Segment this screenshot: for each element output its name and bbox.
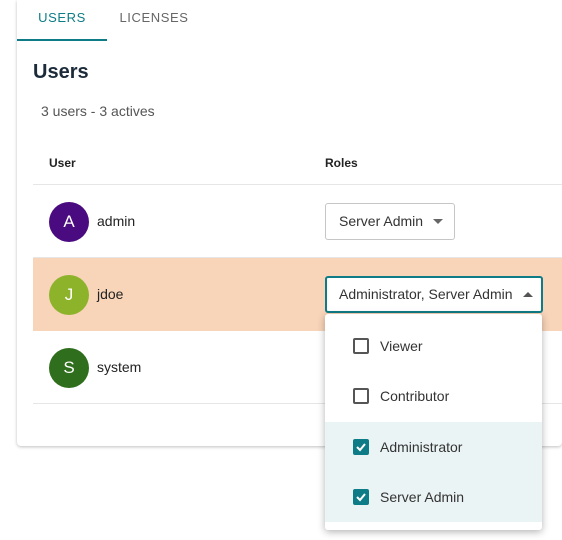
user-name: system: [97, 359, 142, 375]
caret-up-icon: [523, 292, 533, 297]
avatar: S: [49, 348, 89, 388]
check-icon: [356, 443, 366, 452]
roles-select[interactable]: Server Admin: [325, 203, 455, 240]
roles-select-open[interactable]: Administrator, Server Admin: [325, 276, 543, 313]
role-option-server-admin[interactable]: Server Admin: [325, 472, 542, 522]
roles-select-value: Server Admin: [339, 213, 424, 229]
role-option-viewer[interactable]: Viewer: [325, 321, 542, 371]
tab-licenses[interactable]: LICENSES: [109, 0, 199, 42]
page-title: Users: [33, 61, 89, 83]
checkbox[interactable]: [353, 439, 369, 455]
column-header-roles: Roles: [325, 156, 358, 170]
roles-select-value: Administrator, Server Admin: [339, 286, 513, 302]
tab-users[interactable]: USERS: [17, 0, 107, 42]
role-option-label: Viewer: [380, 338, 423, 354]
checkbox[interactable]: [353, 338, 369, 354]
active-tab-indicator: [17, 39, 107, 41]
user-name: admin: [97, 213, 136, 229]
roles-dropdown-menu: Viewer Contributor Administrator Server …: [325, 314, 542, 530]
column-header-user: User: [49, 156, 76, 170]
checkbox[interactable]: [353, 388, 369, 404]
tab-bar: USERS LICENSES: [17, 0, 562, 42]
users-summary: 3 users - 3 actives: [41, 103, 155, 119]
user-name: jdoe: [97, 286, 124, 302]
caret-down-icon: [433, 219, 443, 224]
avatar: A: [49, 202, 89, 242]
role-option-label: Administrator: [380, 439, 463, 455]
avatar: J: [49, 275, 89, 315]
role-option-label: Contributor: [380, 388, 450, 404]
checkbox[interactable]: [353, 489, 369, 505]
role-option-contributor[interactable]: Contributor: [325, 371, 542, 421]
table-row: A admin Server Admin: [33, 185, 562, 258]
role-option-label: Server Admin: [380, 489, 465, 505]
role-option-administrator[interactable]: Administrator: [325, 422, 542, 472]
check-icon: [356, 493, 366, 502]
